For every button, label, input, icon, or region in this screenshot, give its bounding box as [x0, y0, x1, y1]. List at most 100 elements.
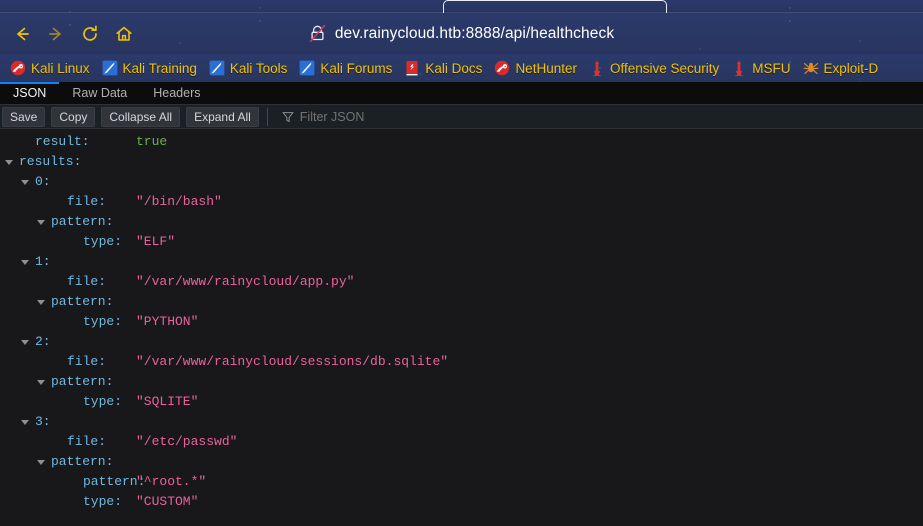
forward-arrow-icon — [49, 27, 61, 40]
json-value: "/etc/passwd" — [136, 434, 238, 449]
metasploit-icon — [593, 60, 601, 76]
filter-placeholder-text: Filter JSON — [299, 109, 365, 124]
json-value: "/var/www/rainycloud/app.py" — [136, 274, 355, 289]
json-row[interactable]: type: "ELF" — [0, 232, 923, 252]
bookmark-kali-training[interactable]: Kali Training — [97, 58, 204, 78]
json-row[interactable]: file: "/var/www/rainycloud/sessions/db.sq… — [0, 352, 923, 372]
json-value: "ELF" — [136, 234, 176, 249]
json-row[interactable]: pattern: — [0, 372, 923, 392]
tab-label: Headers — [153, 86, 201, 100]
kali-dragon-icon — [10, 60, 26, 76]
json-viewer: JSON Raw Data Headers Save Copy Collapse… — [0, 82, 923, 526]
navigation-toolbar: dev.rainycloud.htb:8888/api/healthcheck — [0, 13, 923, 54]
bookmark-label: Kali Tools — [229, 60, 288, 76]
chevron-down-icon[interactable] — [21, 417, 31, 427]
browser-window: dev.rainycloud.htb:8888/api/healthcheck … — [0, 0, 923, 526]
kali-knife-icon — [209, 60, 225, 76]
expand-all-button[interactable]: Expand All — [186, 106, 259, 127]
json-row[interactable]: type: "CUSTOM" — [0, 492, 923, 512]
filter-json-input[interactable]: Filter JSON — [275, 106, 923, 128]
bookmark-msfu[interactable]: MSFU — [726, 58, 797, 78]
tab-headers[interactable]: Headers — [140, 82, 213, 104]
json-row[interactable]: 3: — [0, 412, 923, 432]
json-row[interactable]: 0: — [0, 172, 923, 192]
bookmark-kali-tools[interactable]: Kali Tools — [204, 58, 295, 78]
bookmark-label: Kali Forums — [320, 60, 393, 76]
json-row[interactable]: file: "/bin/bash" — [0, 192, 923, 212]
twisty-placeholder — [53, 357, 63, 367]
metasploit-icon — [735, 60, 743, 76]
twisty-placeholder — [69, 497, 79, 507]
bookmark-nethunter[interactable]: NetHunter — [489, 58, 584, 78]
reload-icon — [83, 25, 97, 41]
chevron-down-icon[interactable] — [5, 157, 15, 167]
bookmark-exploit-db[interactable]: Exploit-D — [798, 58, 886, 78]
bookmark-kali-linux[interactable]: Kali Linux — [5, 58, 97, 78]
twisty-placeholder — [69, 397, 79, 407]
reload-button[interactable] — [74, 19, 106, 49]
json-key: pattern: — [51, 454, 114, 469]
forward-button[interactable] — [40, 19, 72, 49]
bookmark-kali-docs[interactable]: Kali Docs — [399, 58, 489, 78]
bookmark-kali-forums[interactable]: Kali Forums — [294, 58, 399, 78]
chevron-down-icon[interactable] — [21, 337, 31, 347]
kali-book-icon — [406, 61, 419, 76]
json-key: result: — [35, 134, 90, 149]
json-row[interactable]: pattern: — [0, 212, 923, 232]
json-row[interactable]: file: "/etc/passwd" — [0, 432, 923, 452]
json-value: "PYTHON" — [136, 314, 199, 329]
save-button[interactable]: Save — [2, 106, 46, 127]
json-key: 1: — [35, 254, 51, 269]
json-value: "/bin/bash" — [136, 194, 222, 209]
address-url-text: dev.rainycloud.htb:8888/api/healthcheck — [334, 24, 615, 42]
json-value: "CUSTOM" — [136, 494, 199, 509]
json-row[interactable]: pattern: — [0, 452, 923, 472]
json-row[interactable]: type: "SQLITE" — [0, 392, 923, 412]
json-key: type: — [83, 394, 123, 409]
bookmarks-toolbar: Kali Linux Kali Training Kali Tools Kali… — [0, 54, 923, 82]
json-value: "^root.*" — [136, 474, 207, 489]
json-row[interactable]: file: "/var/www/rainycloud/app.py" — [0, 272, 923, 292]
bookmark-label: Offensive Security — [609, 60, 720, 76]
json-row[interactable]: results: — [0, 152, 923, 172]
chevron-down-icon[interactable] — [21, 257, 31, 267]
bookmark-label: Exploit-D — [823, 60, 879, 76]
bookmark-label: NetHunter — [515, 60, 577, 76]
chevron-down-icon[interactable] — [21, 177, 31, 187]
json-value: "/var/www/rainycloud/sessions/db.sqlite" — [136, 354, 449, 369]
back-button[interactable] — [6, 19, 38, 49]
json-row[interactable]: pattern: "^root.*" — [0, 472, 923, 492]
kali-dragon-icon — [495, 60, 510, 76]
tab-json[interactable]: JSON — [0, 82, 60, 104]
bookmark-label: Kali Docs — [425, 60, 483, 76]
chevron-down-icon[interactable] — [37, 217, 47, 227]
copy-button[interactable]: Copy — [51, 106, 96, 127]
json-tree[interactable]: result: true results: 0: file: "/bin/bash" pat… — [0, 129, 923, 526]
chevron-down-icon[interactable] — [37, 297, 47, 307]
json-row[interactable]: type: "PYTHON" — [0, 312, 923, 332]
json-key: 0: — [35, 174, 51, 189]
toolbar-separator — [266, 107, 268, 126]
kali-knife-icon — [102, 60, 117, 76]
bookmark-label: Kali Linux — [31, 60, 90, 76]
json-row[interactable]: pattern: — [0, 292, 923, 312]
chevron-down-icon[interactable] — [37, 377, 47, 387]
tab-raw-data[interactable]: Raw Data — [59, 82, 140, 104]
lock-slash-icon[interactable] — [309, 24, 326, 43]
json-row[interactable]: 1: — [0, 252, 923, 272]
json-row[interactable]: result: true — [0, 132, 923, 152]
bookmark-label: MSFU — [752, 60, 791, 76]
json-key: pattern: — [51, 294, 114, 309]
chevron-down-icon[interactable] — [37, 457, 47, 467]
twisty-placeholder — [69, 317, 79, 327]
home-button[interactable] — [108, 19, 140, 49]
json-key: file: — [67, 434, 107, 449]
collapse-all-button[interactable]: Collapse All — [101, 106, 181, 127]
json-key: pattern: — [51, 214, 114, 229]
json-row[interactable]: 2: — [0, 332, 923, 352]
bookmark-offensive-security[interactable]: Offensive Security — [584, 58, 726, 78]
json-key: 3: — [35, 414, 51, 429]
json-key: type: — [83, 314, 123, 329]
back-arrow-icon — [17, 27, 29, 40]
bookmark-label: Kali Training — [122, 60, 197, 76]
